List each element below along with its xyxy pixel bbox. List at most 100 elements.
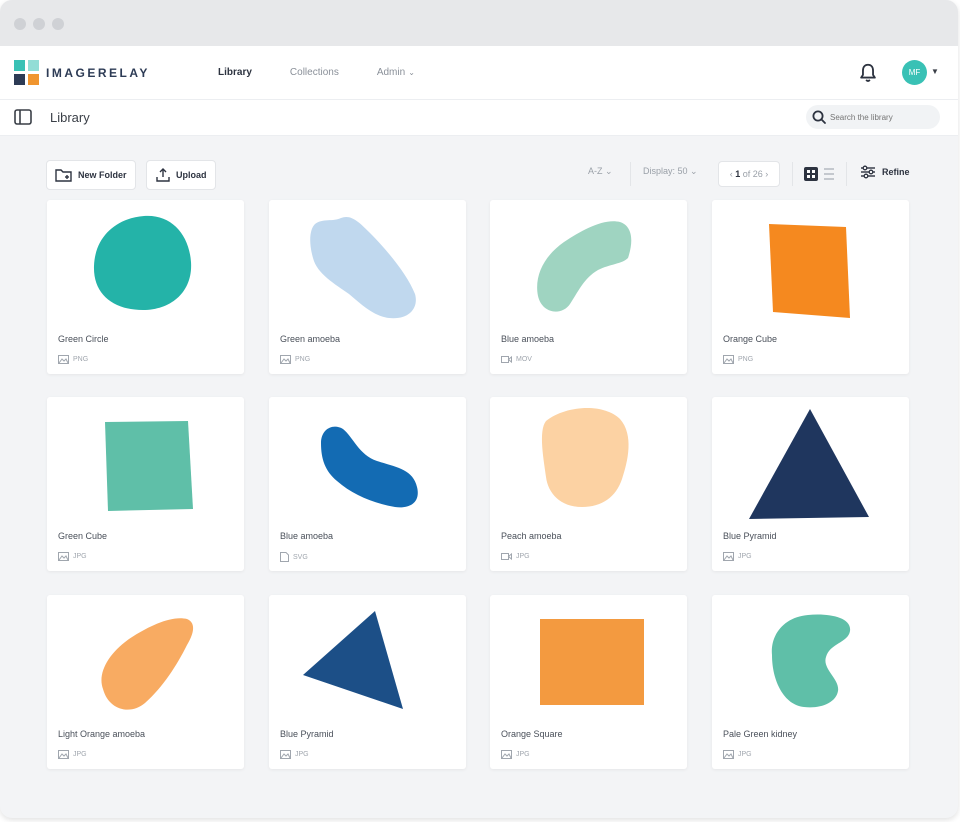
refine-button[interactable]: Refine [860, 165, 910, 179]
logo-text: IMAGERELAY [46, 66, 150, 80]
chevron-down-icon: ⌄ [605, 166, 613, 176]
asset-file-type: PNG [73, 356, 89, 363]
asset-meta: MOV [501, 355, 532, 364]
asset-file-type: PNG [738, 356, 754, 363]
display-count-label: Display: 50 [643, 166, 688, 176]
image-file-icon [280, 750, 291, 759]
logo[interactable]: IMAGERELAY [14, 60, 150, 86]
asset-card[interactable]: Green Cube JPG [47, 397, 244, 571]
asset-card[interactable]: Blue Pyramid JPG [269, 595, 466, 769]
image-file-icon [723, 552, 734, 561]
new-folder-label: New Folder [78, 170, 127, 180]
asset-name: Peach amoeba [501, 531, 562, 541]
app-window: IMAGERELAY Library Collections Admin ⌄ MF… [0, 0, 958, 818]
pagination: ‹ 1 of 26 › [718, 161, 780, 187]
toolbar-divider [792, 162, 793, 186]
asset-name: Blue amoeba [280, 531, 334, 541]
nav-admin[interactable]: Admin ⌄ [377, 67, 415, 78]
library-subheader: Library [0, 100, 958, 136]
search-icon [812, 110, 826, 124]
upload-label: Upload [176, 170, 207, 180]
cube-shape-thumbnail [769, 224, 850, 318]
asset-meta: JPG [58, 750, 87, 759]
circle-shape-thumbnail [93, 215, 192, 310]
asset-name: Pale Green kidney [723, 729, 798, 739]
toolbar-divider [630, 162, 631, 186]
asset-card[interactable]: Light Orange amoeba JPG [47, 595, 244, 769]
asset-card[interactable]: Orange Cube PNG [712, 200, 909, 374]
pyramid-shape-thumbnail [303, 611, 403, 709]
asset-file-type: JPG [73, 553, 87, 560]
search-box [806, 105, 940, 129]
amoeba-shape-thumbnail [537, 221, 632, 312]
asset-name: Blue Pyramid [280, 729, 334, 739]
list-view-icon[interactable] [824, 167, 834, 181]
asset-meta: PNG [58, 355, 88, 364]
asset-name: Blue amoeba [501, 334, 555, 344]
page-total: of 26 [742, 169, 763, 179]
amoeba-shape-thumbnail [541, 407, 629, 507]
image-file-icon [723, 355, 734, 364]
asset-name: Green Cube [58, 531, 108, 541]
window-close-dot[interactable] [14, 18, 26, 30]
asset-card[interactable]: Peach amoeba JPG [490, 397, 687, 571]
chevron-right-icon[interactable]: › [765, 169, 768, 179]
sort-dropdown[interactable]: A-Z ⌄ [588, 166, 613, 177]
display-count-dropdown[interactable]: Display: 50 ⌄ [643, 166, 698, 177]
asset-name: Green amoeba [280, 334, 341, 344]
user-avatar[interactable]: MF [902, 60, 927, 85]
refine-label: Refine [882, 167, 910, 177]
image-file-icon [58, 552, 69, 561]
chevron-left-icon[interactable]: ‹ [730, 169, 733, 179]
asset-card[interactable]: Green amoeba PNG [269, 200, 466, 374]
nav-library[interactable]: Library [218, 67, 252, 78]
page-title: Library [50, 110, 90, 125]
asset-meta: JPG [501, 552, 530, 561]
square-shape-thumbnail [540, 619, 644, 705]
asset-meta: JPG [280, 750, 309, 759]
asset-card[interactable]: Pale Green kidney JPG [712, 595, 909, 769]
asset-meta: JPG [58, 552, 87, 561]
cube-shape-thumbnail [105, 421, 193, 511]
image-file-icon [58, 355, 69, 364]
asset-name: Green Circle [58, 334, 109, 344]
asset-file-type: MOV [516, 356, 532, 363]
asset-card[interactable]: Blue amoeba MOV [490, 200, 687, 374]
window-titlebar [0, 0, 958, 46]
main-nav: Library Collections Admin ⌄ [218, 67, 415, 78]
asset-meta: PNG [723, 355, 753, 364]
sort-label: A-Z [588, 166, 603, 176]
page-current[interactable]: 1 [735, 169, 740, 179]
asset-meta: PNG [280, 355, 310, 364]
asset-card[interactable]: Blue Pyramid JPG [712, 397, 909, 571]
asset-file-type: JPG [738, 751, 752, 758]
upload-button[interactable]: Upload [146, 160, 216, 190]
asset-file-type: JPG [738, 553, 752, 560]
amoeba-shape-thumbnail [321, 426, 418, 508]
asset-card[interactable]: Orange Square JPG [490, 595, 687, 769]
toolbar-divider [846, 162, 847, 186]
nav-admin-label: Admin [376, 67, 406, 78]
video-file-icon [501, 355, 512, 364]
document-file-icon [280, 552, 289, 562]
asset-name: Orange Square [501, 729, 563, 739]
asset-file-type: SVG [293, 553, 308, 561]
image-file-icon [501, 750, 512, 759]
new-folder-button[interactable]: New Folder [46, 160, 136, 190]
upload-icon [156, 168, 170, 182]
window-maximize-dot[interactable] [52, 18, 64, 30]
asset-file-type: JPG [73, 751, 87, 758]
asset-card[interactable]: Green Circle PNG [47, 200, 244, 374]
video-file-icon [501, 552, 512, 561]
sidebar-toggle-icon[interactable] [14, 109, 32, 125]
chevron-down-icon[interactable]: ▼ [931, 67, 939, 76]
bell-icon[interactable] [857, 62, 879, 84]
nav-collections[interactable]: Collections [290, 67, 339, 78]
window-minimize-dot[interactable] [33, 18, 45, 30]
asset-meta: JPG [723, 750, 752, 759]
search-input[interactable] [830, 109, 934, 125]
chevron-down-icon: ⌄ [408, 68, 415, 77]
grid-view-icon[interactable] [804, 167, 818, 181]
asset-card[interactable]: Blue amoeba SVG [269, 397, 466, 571]
new-folder-icon [55, 169, 72, 182]
